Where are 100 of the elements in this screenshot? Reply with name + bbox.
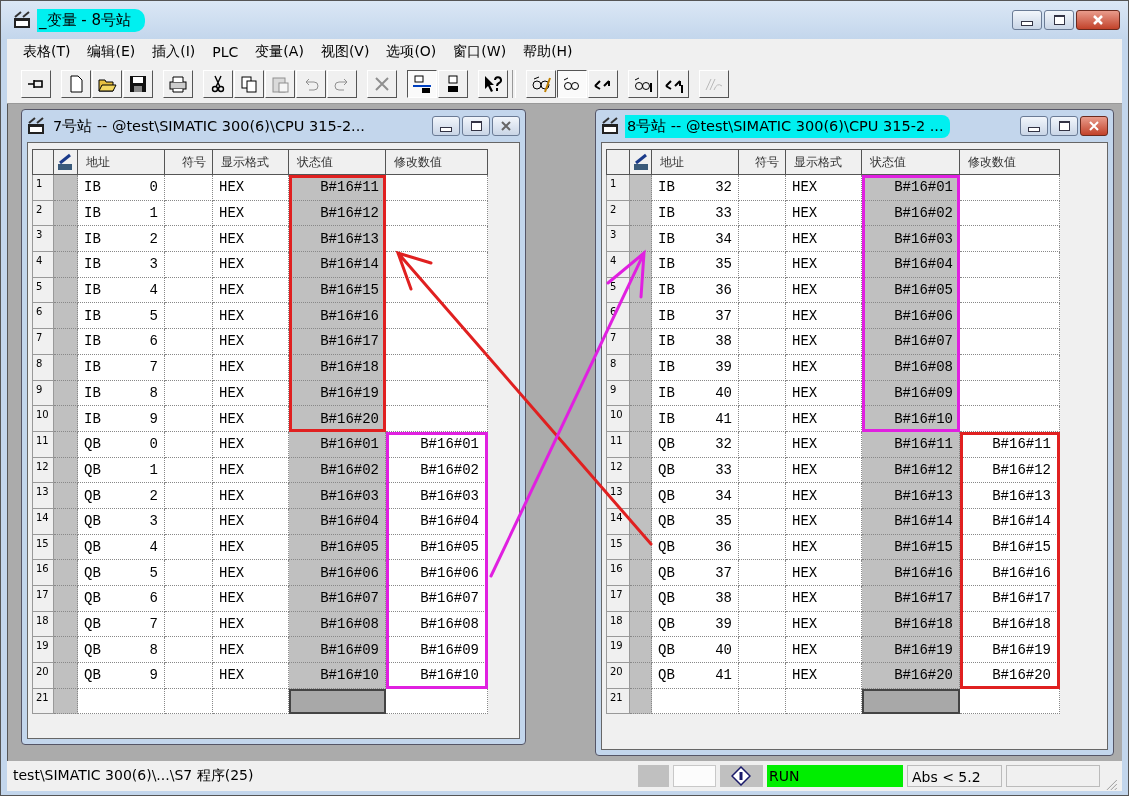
minimize-button[interactable] — [1020, 116, 1048, 136]
status-value-cell: B#16#06 — [862, 303, 960, 330]
status-condition: Abs < 5.2 — [906, 765, 1002, 787]
menu-item[interactable]: 插入(I) — [152, 43, 196, 61]
column-header[interactable]: 符号 — [739, 149, 786, 175]
resize-grip-icon[interactable] — [1104, 777, 1118, 791]
address-number: 39 — [715, 359, 732, 376]
modify-value-cell[interactable]: B#16#13 — [960, 483, 1060, 509]
modify-value-cell[interactable]: B#16#06 — [386, 560, 488, 586]
modify-value-cell[interactable]: B#16#07 — [386, 586, 488, 612]
modify-value-cell[interactable] — [386, 688, 488, 715]
menu-item[interactable]: 编辑(E) — [87, 43, 136, 61]
menu-item[interactable]: 选项(O) — [386, 43, 437, 61]
status-value-cell: B#16#17 — [289, 329, 386, 355]
modify-value-cell[interactable]: B#16#03 — [386, 483, 488, 509]
row-number: 12 — [32, 457, 54, 484]
status-value-cell: B#16#12 — [862, 457, 960, 484]
modify-value-cell[interactable] — [960, 380, 1060, 407]
help-icon — [483, 74, 503, 94]
address-operand: QB — [84, 538, 101, 555]
minimize-button[interactable] — [432, 116, 460, 136]
modify-value-cell[interactable] — [386, 200, 488, 227]
maximize-button[interactable] — [1050, 116, 1078, 136]
modify-value-cell[interactable] — [960, 406, 1060, 432]
modify-value-cell[interactable] — [960, 329, 1060, 355]
modify-value-cell[interactable]: B#16#17 — [960, 586, 1060, 612]
toolbar-button[interactable] — [557, 70, 587, 98]
maximize-button[interactable] — [1044, 10, 1074, 30]
clipboard-icon — [270, 74, 290, 94]
modify-value-cell[interactable] — [386, 252, 488, 278]
column-header[interactable]: 符号 — [165, 149, 213, 175]
address-number: 34 — [715, 230, 732, 247]
address-operand: IB — [658, 384, 675, 401]
modify-value-cell[interactable] — [960, 303, 1060, 330]
modify-value-cell[interactable] — [386, 329, 488, 355]
row-number: 21 — [606, 688, 630, 715]
column-header[interactable]: 状态值 — [862, 149, 960, 175]
close-button[interactable] — [1076, 10, 1120, 30]
maximize-button[interactable] — [462, 116, 490, 136]
modify-value-cell[interactable]: B#16#19 — [960, 637, 1060, 664]
modify-value-cell[interactable] — [960, 175, 1060, 201]
modify-value-cell[interactable] — [960, 354, 1060, 381]
modify-value-cell[interactable] — [960, 277, 1060, 304]
status-value-cell: B#16#18 — [862, 611, 960, 638]
format-cell: HEX — [786, 637, 862, 664]
address-operand: IB — [84, 410, 101, 427]
address-operand: IB — [84, 205, 101, 222]
address-number: 32 — [715, 179, 732, 196]
column-header[interactable]: 地址 — [78, 149, 165, 175]
column-header[interactable]: 修改数值 — [386, 149, 488, 175]
row-number: 12 — [606, 457, 630, 484]
app-icon — [601, 117, 619, 135]
row-number: 15 — [32, 534, 54, 561]
column-header[interactable]: 状态值 — [289, 149, 386, 175]
menu-item[interactable]: 视图(V) — [320, 43, 370, 61]
toolbar-button[interactable] — [407, 70, 437, 98]
format-cell: HEX — [213, 380, 289, 407]
address-operand: IB — [658, 410, 675, 427]
address-operand: QB — [658, 538, 675, 555]
address-number: 40 — [715, 384, 732, 401]
status-value-cell: B#16#03 — [289, 483, 386, 509]
address-number: 35 — [715, 513, 732, 530]
modify-value-cell[interactable] — [960, 200, 1060, 227]
address-number: 3 — [149, 256, 158, 273]
address-operand: QB — [84, 590, 101, 607]
copy-icon — [239, 74, 259, 94]
status-value-cell: B#16#04 — [289, 508, 386, 535]
menu-item[interactable]: 帮助(H) — [523, 43, 573, 61]
row-number: 11 — [32, 431, 54, 458]
status-value-cell: B#16#17 — [862, 586, 960, 612]
column-header[interactable]: 地址 — [652, 149, 739, 175]
menu-item[interactable]: 表格(T) — [23, 43, 71, 61]
modify-value-cell[interactable]: B#16#09 — [386, 637, 488, 664]
modify-value-cell[interactable] — [386, 303, 488, 330]
column-header[interactable]: 显示格式 — [786, 149, 862, 175]
close-button[interactable] — [492, 116, 520, 136]
modify-value-cell[interactable] — [386, 406, 488, 432]
format-cell: HEX — [213, 586, 289, 612]
modify-value-cell[interactable] — [386, 380, 488, 407]
menu-item[interactable]: 变量(A) — [255, 43, 304, 61]
modify-value-cell[interactable] — [386, 226, 488, 253]
address-operand: IB — [84, 384, 101, 401]
modify-value-cell[interactable] — [960, 252, 1060, 278]
address-number: 4 — [149, 282, 158, 299]
close-button[interactable] — [1080, 116, 1108, 136]
modify-value-cell[interactable] — [960, 688, 1060, 715]
address-operand: QB — [84, 616, 101, 633]
minimize-button[interactable] — [1012, 10, 1042, 30]
modify-value-cell[interactable] — [386, 175, 488, 201]
menu-item[interactable]: 窗口(W) — [453, 43, 507, 61]
format-cell: HEX — [213, 534, 289, 561]
close-icon — [1088, 121, 1100, 131]
column-header[interactable]: 修改数值 — [960, 149, 1060, 175]
row-number: 9 — [32, 380, 54, 407]
menu-item[interactable]: PLC — [212, 44, 239, 60]
status-value-cell: B#16#13 — [289, 226, 386, 253]
column-header[interactable]: 显示格式 — [213, 149, 289, 175]
modify-value-cell[interactable]: B#16#16 — [960, 560, 1060, 586]
modify-value-cell[interactable] — [386, 354, 488, 381]
modify-value-cell[interactable] — [960, 226, 1060, 253]
